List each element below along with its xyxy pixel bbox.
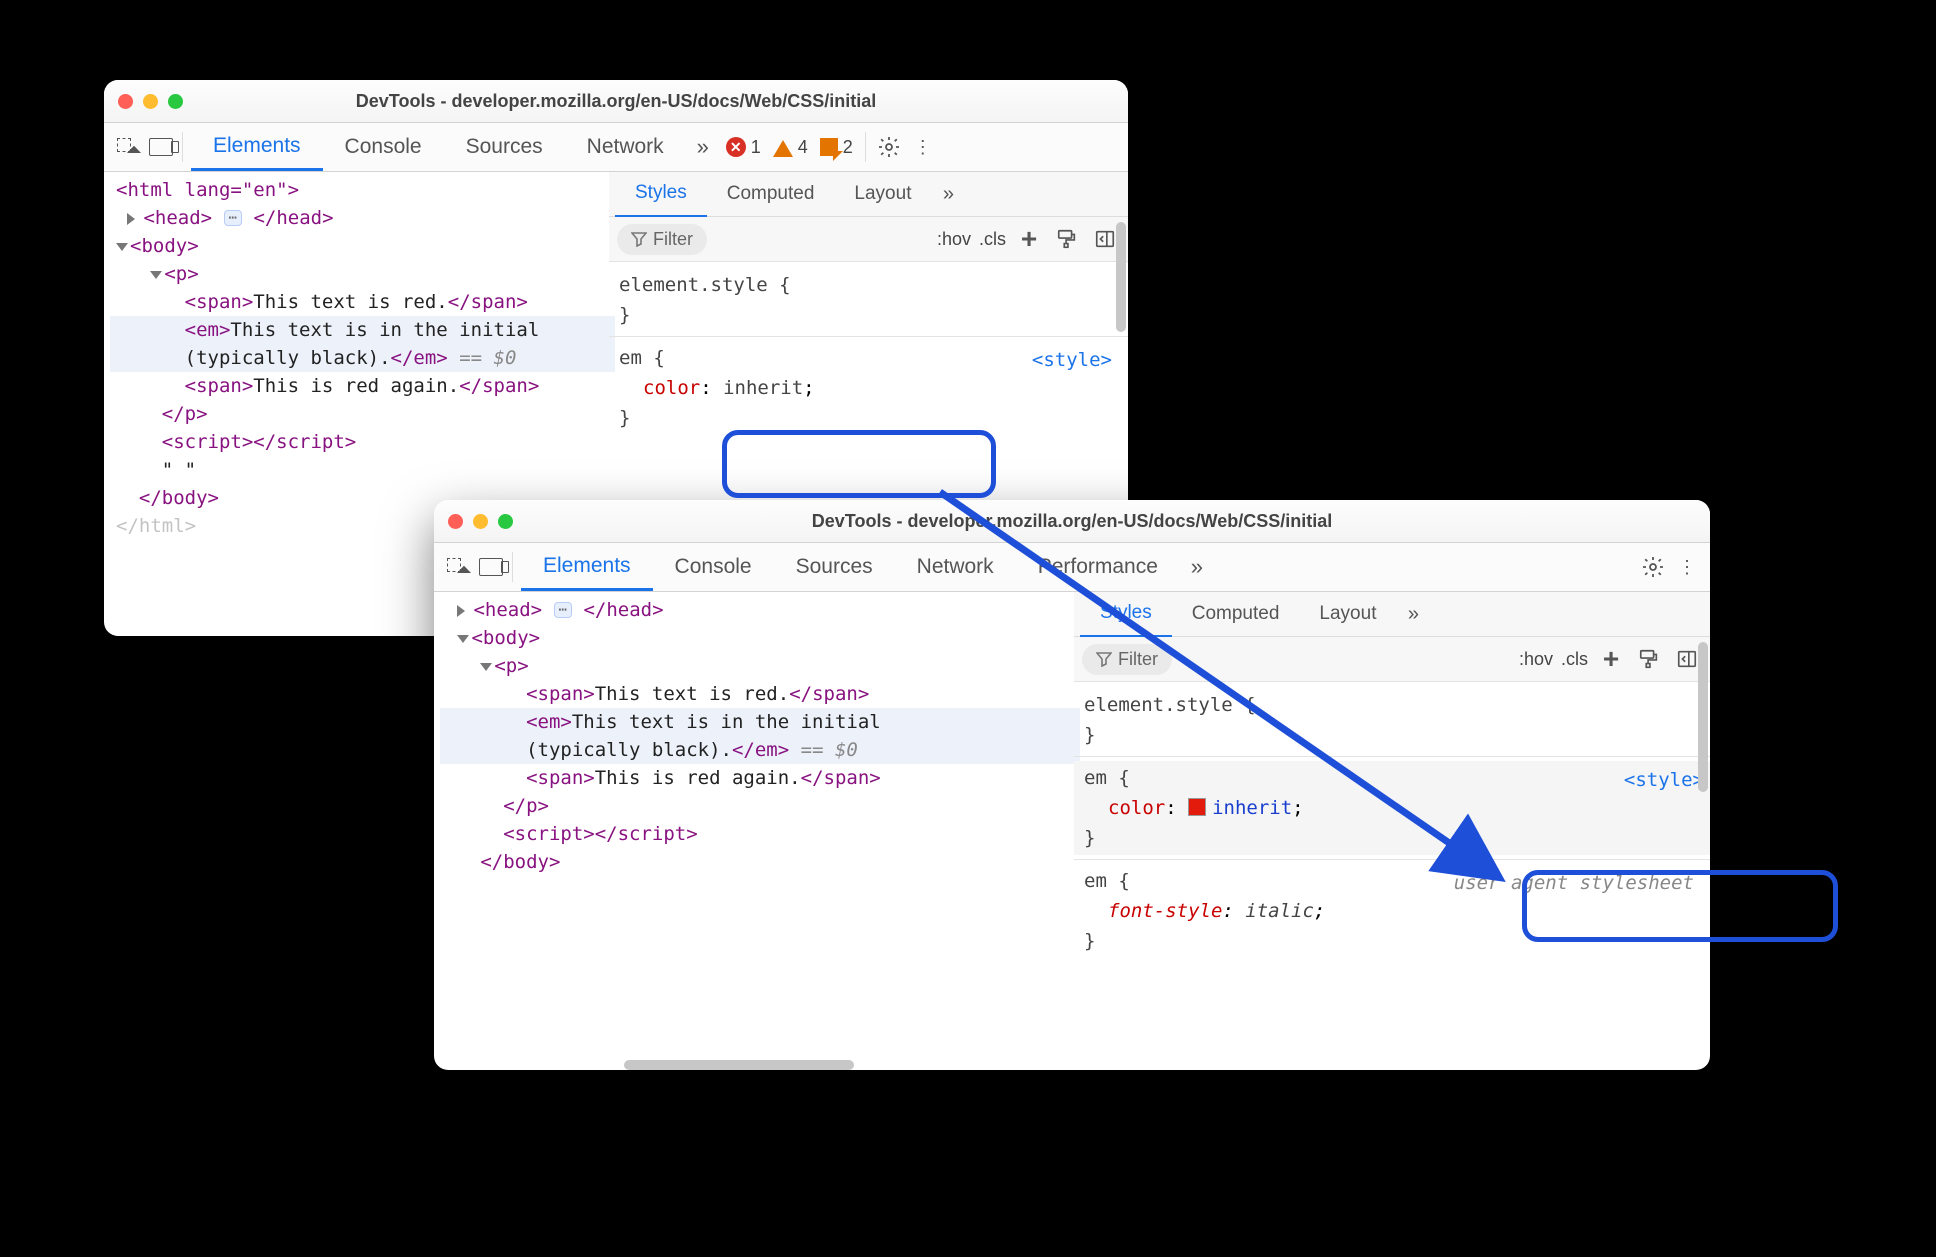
style-rules[interactable]: element.style { } <style> em { color: in… xyxy=(609,262,1128,441)
devtools-window-front: DevTools - developer.mozilla.org/en-US/d… xyxy=(434,500,1710,1070)
settings-icon[interactable] xyxy=(872,130,906,164)
subtab-layout[interactable]: Layout xyxy=(1299,592,1396,636)
filter-input[interactable]: Filter xyxy=(1082,644,1172,675)
filter-icon xyxy=(631,231,647,247)
tab-performance[interactable]: Performance xyxy=(1016,543,1180,591)
window-title: DevTools - developer.mozilla.org/en-US/d… xyxy=(118,91,1114,112)
subtab-computed[interactable]: Computed xyxy=(1172,592,1300,636)
cls-toggle[interactable]: .cls xyxy=(979,229,1006,250)
device-toggle-icon[interactable] xyxy=(144,130,178,164)
window-controls xyxy=(448,514,513,529)
tab-network[interactable]: Network xyxy=(565,123,686,171)
em-rule[interactable]: <style> em { color: inherit; } xyxy=(1074,761,1710,855)
new-rule-icon[interactable]: + xyxy=(1596,644,1626,674)
tab-network[interactable]: Network xyxy=(895,543,1016,591)
scrollbar-horizontal[interactable] xyxy=(624,1060,854,1070)
inspect-icon[interactable] xyxy=(440,550,474,584)
paint-icon[interactable] xyxy=(1052,224,1082,254)
minimize-icon[interactable] xyxy=(143,94,158,109)
issues-badge[interactable]: 2 xyxy=(820,137,853,158)
styles-panel: Styles Computed Layout » Filter :hov .cl… xyxy=(1074,592,1710,1032)
titlebar[interactable]: DevTools - developer.mozilla.org/en-US/d… xyxy=(434,500,1710,543)
close-icon[interactable] xyxy=(448,514,463,529)
element-style-rule[interactable]: element.style { } xyxy=(619,268,1118,332)
new-rule-icon[interactable]: + xyxy=(1014,224,1044,254)
inspect-icon[interactable] xyxy=(110,130,144,164)
errors-badge[interactable]: ✕1 xyxy=(726,137,761,158)
kebab-icon[interactable]: ⋮ xyxy=(1670,550,1704,584)
element-style-rule[interactable]: element.style { } xyxy=(1084,688,1700,752)
paint-icon[interactable] xyxy=(1634,644,1664,674)
tab-elements[interactable]: Elements xyxy=(521,543,653,591)
tab-sources[interactable]: Sources xyxy=(444,123,565,171)
kebab-icon[interactable]: ⋮ xyxy=(906,130,940,164)
tab-console[interactable]: Console xyxy=(323,123,444,171)
tab-sources[interactable]: Sources xyxy=(774,543,895,591)
hov-toggle[interactable]: :hov xyxy=(1519,649,1553,670)
tab-elements[interactable]: Elements xyxy=(191,123,323,171)
subtab-styles[interactable]: Styles xyxy=(615,171,707,218)
filter-icon xyxy=(1096,651,1112,667)
more-tabs-icon[interactable]: » xyxy=(686,130,720,164)
color-swatch-icon[interactable] xyxy=(1188,798,1206,816)
style-source-link[interactable]: <style> xyxy=(1032,345,1112,375)
tab-console[interactable]: Console xyxy=(653,543,774,591)
style-rules[interactable]: element.style { } <style> em { color: in… xyxy=(1074,682,1710,964)
warnings-badge[interactable]: 4 xyxy=(773,134,808,161)
ua-stylesheet-label: user agent stylesheet xyxy=(1454,868,1694,898)
subtab-styles[interactable]: Styles xyxy=(1080,591,1172,638)
scrollbar-vertical[interactable] xyxy=(1116,222,1126,332)
more-subtabs-icon[interactable]: » xyxy=(1396,597,1430,631)
ellipsis-icon[interactable]: ⋯ xyxy=(224,210,242,226)
main-toolbar: Elements Console Sources Network » ✕1 4 … xyxy=(104,123,1128,172)
zoom-icon[interactable] xyxy=(498,514,513,529)
zoom-icon[interactable] xyxy=(168,94,183,109)
more-subtabs-icon[interactable]: » xyxy=(931,177,965,211)
window-title: DevTools - developer.mozilla.org/en-US/d… xyxy=(448,511,1696,532)
panel-tabs: Elements Console Sources Network xyxy=(191,123,686,171)
settings-icon[interactable] xyxy=(1636,550,1670,584)
scrollbar-vertical[interactable] xyxy=(1698,642,1708,792)
filter-input[interactable]: Filter xyxy=(617,224,707,255)
window-controls xyxy=(118,94,183,109)
cls-toggle[interactable]: .cls xyxy=(1561,649,1588,670)
device-toggle-icon[interactable] xyxy=(474,550,508,584)
hov-toggle[interactable]: :hov xyxy=(937,229,971,250)
dom-tree[interactable]: <head> ⋯ </head> <body> <p> <span>This t… xyxy=(434,592,1080,1070)
minimize-icon[interactable] xyxy=(473,514,488,529)
more-tabs-icon[interactable]: » xyxy=(1180,550,1214,584)
ua-em-rule[interactable]: user agent stylesheet em { font-style: i… xyxy=(1084,864,1700,958)
close-icon[interactable] xyxy=(118,94,133,109)
em-rule[interactable]: <style> em { color: inherit; } xyxy=(619,341,1118,435)
main-toolbar: Elements Console Sources Network Perform… xyxy=(434,543,1710,592)
ellipsis-icon[interactable]: ⋯ xyxy=(554,602,572,618)
style-source-link[interactable]: <style> xyxy=(1624,765,1704,795)
panel-tabs: Elements Console Sources Network Perform… xyxy=(521,543,1180,591)
subtab-layout[interactable]: Layout xyxy=(834,172,931,216)
titlebar[interactable]: DevTools - developer.mozilla.org/en-US/d… xyxy=(104,80,1128,123)
subtab-computed[interactable]: Computed xyxy=(707,172,835,216)
